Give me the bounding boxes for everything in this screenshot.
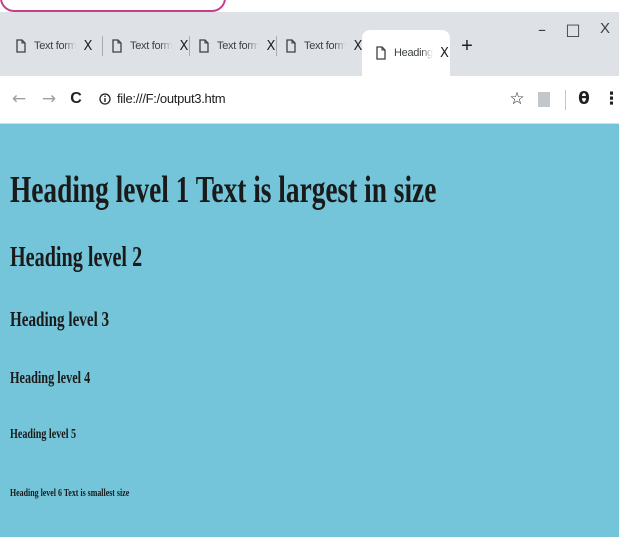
info-icon[interactable]	[99, 93, 111, 105]
bookmark-star-icon[interactable]: ☆	[508, 89, 526, 109]
tab-close-icon[interactable]: X	[439, 46, 450, 61]
tab-separator	[276, 36, 277, 56]
tab-heading-active[interactable]: Heading X	[362, 30, 450, 76]
profile-icon[interactable]: θ	[576, 89, 592, 109]
tab-close-icon[interactable]: X	[82, 39, 94, 54]
heading-level-5: Heading level 5	[10, 427, 77, 442]
tab-text-formatting-1[interactable]: Text formatting X	[14, 30, 94, 62]
extension-icon[interactable]	[538, 92, 550, 107]
menu-icon[interactable]: ⋮	[603, 89, 619, 109]
tab-separator	[189, 36, 190, 56]
back-button[interactable]: ←	[9, 89, 29, 109]
forward-button[interactable]: →	[39, 89, 59, 109]
close-window-button[interactable]: X	[594, 20, 616, 37]
tab-label: Text formatting	[130, 40, 172, 52]
maximize-button[interactable]: □	[562, 20, 584, 39]
document-icon	[112, 39, 122, 53]
new-tab-button[interactable]: +	[459, 36, 475, 56]
heading-level-3: Heading level 3	[10, 307, 110, 331]
heading-level-6: Heading level 6 Text is smallest size	[10, 487, 130, 499]
document-icon	[16, 39, 26, 53]
heading-level-1: Heading level 1 Text is largest in size	[10, 169, 437, 211]
browser-window: Text formatting X Text formatting X Text…	[0, 12, 619, 537]
heading-level-2: Heading level 2	[10, 242, 143, 273]
tab-text-formatting-2[interactable]: Text formatting X	[110, 30, 190, 62]
browser-toolbar: ← → C file:///F:/output3.htm ☆ θ ⋮	[0, 76, 619, 124]
tab-text-formatting-4[interactable]: Text formatting X	[284, 30, 364, 62]
tab-label: Heading	[394, 47, 433, 59]
toolbar-separator	[565, 90, 566, 110]
tab-text-formatting-3[interactable]: Text formatting X	[197, 30, 277, 62]
tab-label: Text formatting	[304, 40, 346, 52]
page-content: Heading level 1 Text is largest in size …	[0, 124, 619, 537]
tab-separator	[102, 36, 103, 56]
callout-frame	[0, 0, 226, 12]
reload-button[interactable]: C	[66, 89, 86, 109]
document-icon	[376, 46, 386, 60]
minimize-button[interactable]: –	[531, 20, 553, 39]
tab-label: Text formatting	[34, 40, 76, 52]
document-icon	[199, 39, 209, 53]
heading-level-4: Heading level 4	[10, 368, 91, 387]
document-icon	[286, 39, 296, 53]
tab-strip: Text formatting X Text formatting X Text…	[0, 12, 619, 76]
tab-label: Text formatting	[217, 40, 259, 52]
address-bar-url[interactable]: file:///F:/output3.htm	[117, 89, 226, 109]
